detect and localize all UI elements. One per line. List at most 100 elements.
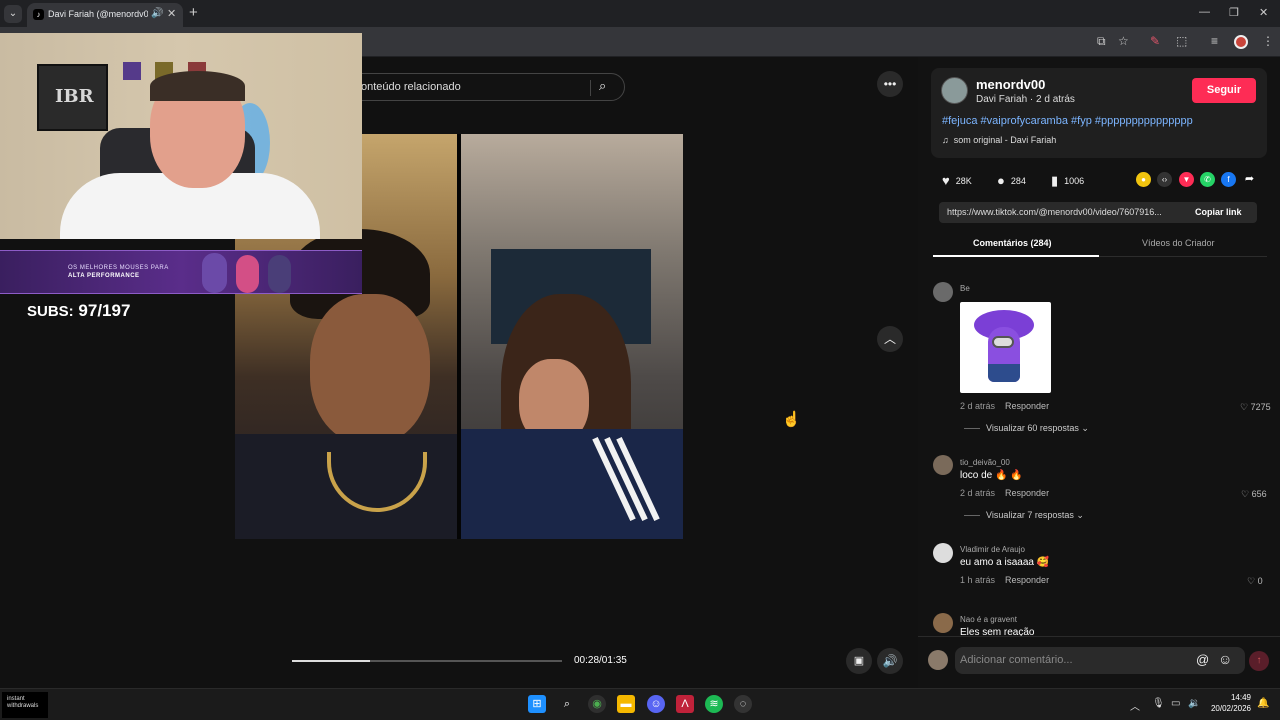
comment-username[interactable]: Nao é a gravent xyxy=(960,615,1017,624)
comment-username[interactable]: Be xyxy=(960,284,970,293)
taskbar-clock[interactable]: 14:49 20/02/2026 xyxy=(1205,692,1251,714)
like-stat[interactable]: ♥ 28K xyxy=(942,173,972,188)
share-arrow-icon[interactable]: ➦ xyxy=(1242,172,1257,187)
tray-overflow-icon[interactable]: ︿ xyxy=(1130,698,1140,713)
media-control-icon[interactable]: ≡ xyxy=(1211,34,1218,48)
microphone-icon[interactable]: 🎙 xyxy=(1152,698,1165,709)
tab-search-button[interactable]: ⌄ xyxy=(4,5,22,23)
subs-value: 97/197 xyxy=(78,301,131,320)
browser-tab-active[interactable]: ♪ Davi Fariah (@menordv00) | 🔊 ✕ xyxy=(27,3,183,27)
reply-button[interactable]: Responder xyxy=(1005,488,1049,498)
mention-icon[interactable]: @ xyxy=(1196,652,1209,667)
chrome-menu-icon[interactable]: ⋮ xyxy=(1262,34,1274,48)
heart-outline-icon: ♡ xyxy=(1241,489,1250,499)
creator-avatar[interactable] xyxy=(941,77,968,104)
creator-username[interactable]: menordv00 xyxy=(976,77,1045,92)
audio-playing-icon[interactable]: 🔊 xyxy=(151,8,163,19)
whatsapp-icon[interactable]: ✆ xyxy=(1200,172,1215,187)
floating-player-icon[interactable]: ▣ xyxy=(846,648,872,674)
emoji-icon[interactable]: ☺ xyxy=(1218,651,1232,667)
volume-icon[interactable]: 🔊 xyxy=(877,648,903,674)
comment-like[interactable]: ♡ 656 xyxy=(1241,489,1267,500)
banner-line-1: OS MELHORES MOUSES PARA xyxy=(68,265,169,271)
minimize-button[interactable]: — xyxy=(1199,6,1210,18)
tab-title: Davi Fariah (@menordv00) | xyxy=(48,9,148,19)
post-link[interactable]: https://www.tiktok.com/@menordv00/video/… xyxy=(947,207,1185,217)
video-progress-fill xyxy=(292,660,371,662)
search-text: onteúdo relacionado xyxy=(361,81,461,93)
app-icon[interactable]: Λ xyxy=(676,695,694,713)
comment-text: eu amo a isaaaa 🥰 xyxy=(960,557,1050,568)
facebook-icon[interactable]: f xyxy=(1221,172,1236,187)
comment-avatar[interactable] xyxy=(933,613,953,633)
follow-button[interactable]: Seguir xyxy=(1192,78,1256,103)
comment-username[interactable]: Vladimir de Araujo xyxy=(960,545,1025,554)
comment-avatar[interactable] xyxy=(933,455,953,475)
comment-meta: 2 d atrás Responder xyxy=(960,401,1049,411)
obs-icon[interactable]: ◌ xyxy=(734,695,752,713)
copy-link-button[interactable]: Copiar link xyxy=(1195,207,1242,217)
notification-icon[interactable]: 🔔 xyxy=(1257,698,1269,709)
comment-like[interactable]: ♡ 7275 xyxy=(1240,402,1271,413)
comment-time: 2 d atrás xyxy=(960,401,996,411)
comment-stat[interactable]: ● 284 xyxy=(997,173,1026,188)
close-window-button[interactable]: ✕ xyxy=(1259,6,1268,19)
comment-username[interactable]: tio_deivão_00 xyxy=(960,458,1010,467)
post-sound[interactable]: ♫ som original - Davi Fariah xyxy=(942,135,1056,145)
webcam-overlay: IBR xyxy=(0,33,362,239)
network-icon[interactable]: ▭ xyxy=(1171,698,1180,709)
previous-video-button[interactable]: ︿ xyxy=(877,326,903,352)
start-menu-icon[interactable]: ⊞ xyxy=(528,695,546,713)
tab-comments[interactable]: Comentários (284) xyxy=(973,238,1052,248)
new-tab-button[interactable]: + xyxy=(189,4,198,21)
heart-icon: ♥ xyxy=(942,173,950,188)
view-replies-button[interactable]: Visualizar 7 respostas ⌄ xyxy=(964,510,1084,521)
send-share-icon[interactable]: ▼ xyxy=(1179,172,1194,187)
post-hashtags[interactable]: #fejuca #vaiprofycaramba #fyp #ppppppppp… xyxy=(942,115,1193,127)
comment-like[interactable]: ♡ 0 xyxy=(1247,576,1263,587)
search-icon[interactable]: ⌕ xyxy=(599,78,606,94)
bookmark-star-icon[interactable]: ☆ xyxy=(1118,34,1129,48)
speaker-icon[interactable]: 🔉 xyxy=(1188,698,1200,709)
video-progress-bar[interactable] xyxy=(292,660,562,662)
profile-avatar[interactable] xyxy=(1234,35,1248,49)
view-replies-button[interactable]: Visualizar 60 respostas ⌄ xyxy=(964,423,1089,434)
mouse-product-image xyxy=(268,255,291,293)
embed-icon[interactable]: ‹› xyxy=(1157,172,1172,187)
install-app-icon[interactable]: ⧉ xyxy=(1097,34,1106,49)
video-time: 00:28/01:35 xyxy=(574,655,627,666)
video-person-face xyxy=(310,294,430,444)
coin-share-icon[interactable]: ● xyxy=(1136,172,1151,187)
tab-close-icon[interactable]: ✕ xyxy=(167,7,176,20)
wall-frame xyxy=(123,62,141,80)
reply-button[interactable]: Responder xyxy=(1005,575,1049,585)
comment-time: 1 h atrás xyxy=(960,575,996,585)
comment-avatar[interactable] xyxy=(933,543,953,563)
taskbar-search-icon[interactable]: ⌕ xyxy=(558,695,576,713)
link-row: https://www.tiktok.com/@menordv00/video/… xyxy=(939,202,1257,223)
discord-icon[interactable]: ☺ xyxy=(647,695,665,713)
more-options-button[interactable]: ••• xyxy=(877,71,903,97)
bookmark-icon: ▮ xyxy=(1051,173,1059,188)
spotify-icon[interactable]: ≋ xyxy=(705,695,723,713)
extensions-puzzle-icon[interactable]: ⬚ xyxy=(1176,34,1187,48)
send-comment-button[interactable]: ↑ xyxy=(1249,651,1269,671)
video-woman-jersey xyxy=(461,429,683,539)
tiktok-favicon-icon: ♪ xyxy=(33,9,44,20)
restore-button[interactable]: ❐ xyxy=(1229,6,1239,19)
chrome-icon[interactable]: ◉ xyxy=(588,695,606,713)
sticker-overalls xyxy=(988,364,1020,382)
comment-like-count: 0 xyxy=(1257,576,1263,586)
comment-input[interactable]: Adicionar comentário... @ ☺ xyxy=(955,647,1245,674)
extension-icon[interactable]: ✎ xyxy=(1150,34,1160,48)
file-explorer-icon[interactable]: ▬ xyxy=(617,695,635,713)
save-stat[interactable]: ▮ 1006 xyxy=(1051,173,1084,189)
reply-button[interactable]: Responder xyxy=(1005,401,1049,411)
creator-subline: Davi Fariah · 2 d atrás xyxy=(976,94,1075,105)
taskbar-widget[interactable]: instant withdrawals xyxy=(2,692,48,718)
clock-date: 20/02/2026 xyxy=(1210,704,1251,713)
comment-avatar[interactable] xyxy=(933,282,953,302)
search-bar[interactable]: onteúdo relacionado ⌕ xyxy=(340,73,625,101)
comment-time: 2 d atrás xyxy=(960,488,996,498)
tab-creator-videos[interactable]: Vídeos do Criador xyxy=(1142,238,1215,248)
